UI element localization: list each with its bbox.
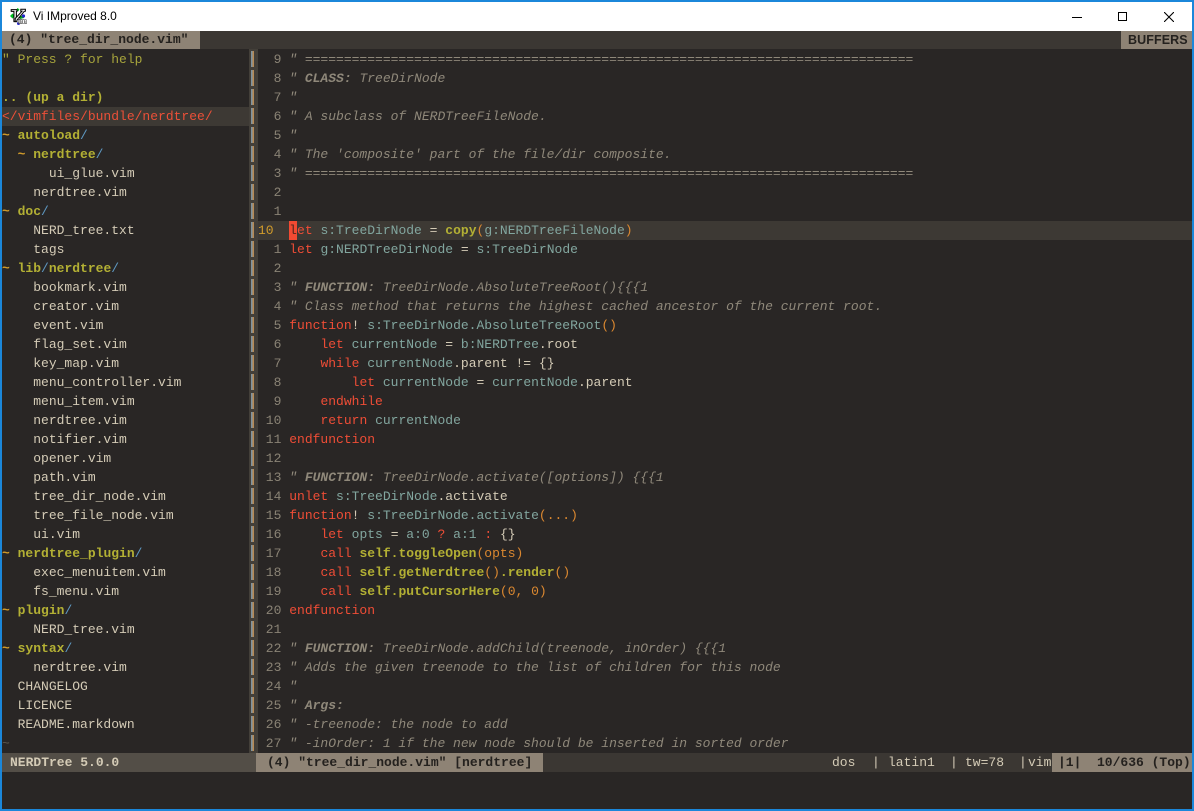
svg-text:im: im [18, 16, 27, 25]
